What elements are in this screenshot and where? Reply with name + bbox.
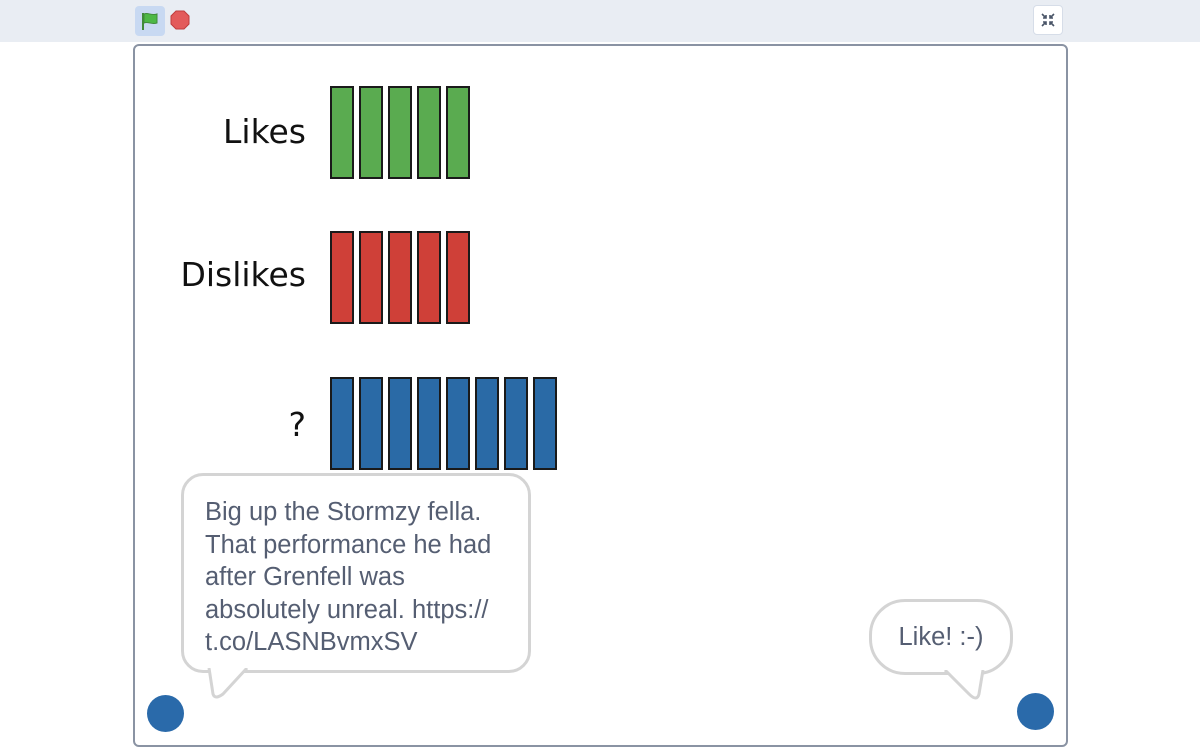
bar-block (388, 86, 412, 179)
stop-button[interactable] (170, 10, 190, 34)
bar-block (475, 377, 499, 470)
bar-block (417, 86, 441, 179)
bar-block (359, 86, 383, 179)
bar-block (388, 377, 412, 470)
left-sprite[interactable] (147, 695, 184, 732)
bar-block (359, 231, 383, 324)
bar-block (446, 86, 470, 179)
green-flag-icon (142, 12, 158, 30)
unknown-bar-group (330, 377, 557, 470)
bar-block (388, 231, 412, 324)
dislikes-bar-group (330, 231, 470, 324)
stage-canvas[interactable]: Likes Dislikes ? Big up the Stormzy fell… (133, 44, 1068, 747)
exit-fullscreen-button[interactable] (1033, 5, 1063, 35)
unknown-label: ? (288, 405, 306, 444)
bar-block (446, 231, 470, 324)
bar-block (504, 377, 528, 470)
bar-block (330, 86, 354, 179)
bar-block (417, 377, 441, 470)
right-sprite[interactable] (1017, 693, 1054, 730)
tweet-bubble-tail (207, 668, 249, 699)
reply-speech-bubble: Like! :-) (869, 599, 1013, 675)
dislikes-label: Dislikes (180, 255, 306, 294)
bar-block (359, 377, 383, 470)
stage-header (0, 0, 1200, 42)
bar-block (330, 231, 354, 324)
likes-label: Likes (223, 112, 306, 151)
exit-fullscreen-icon (1041, 13, 1055, 27)
stop-sign-icon (170, 10, 190, 30)
bar-block (417, 231, 441, 324)
green-flag-button[interactable] (135, 6, 165, 36)
bar-block (446, 377, 470, 470)
reply-bubble-tail (943, 670, 985, 700)
tweet-speech-bubble: Big up the Stormzy fella. That performan… (181, 473, 531, 673)
likes-bar-group (330, 86, 470, 179)
bar-block (533, 377, 557, 470)
bar-block (330, 377, 354, 470)
